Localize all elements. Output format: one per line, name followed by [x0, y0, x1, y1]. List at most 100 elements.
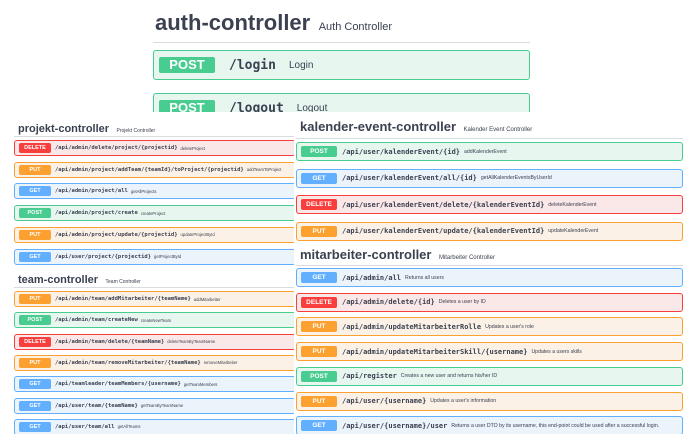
controller-title: mitarbeiter-controller	[300, 247, 432, 262]
operation-get[interactable]: GET/api/user/kalenderEvent/all/{id} getAl…	[296, 168, 683, 188]
method-badge: PUT	[301, 225, 337, 237]
operation-delete[interactable]: DELETE/api/admin/team/delete/{teamName} d…	[14, 333, 296, 350]
method-badge: PUT	[19, 164, 51, 175]
divider	[14, 287, 296, 288]
operation-summary: getAllTeams	[117, 424, 141, 430]
method-badge: GET	[301, 172, 337, 184]
operation-path: /api/user/{username}	[342, 397, 427, 405]
operation-path: /api/admin/team/addMitarbeiter/{teamName…	[55, 296, 191, 302]
operation-put[interactable]: PUT/api/user/kalenderEvent/update/{kalen…	[296, 221, 683, 241]
operation-put[interactable]: PUT/api/admin/updateMitarbeiterSkill/{us…	[296, 342, 683, 362]
operation-get[interactable]: GET/api/user/project/{projectid} getProje…	[14, 248, 296, 265]
operation-path: /api/user/team/all	[55, 423, 115, 430]
operation-path: /api/admin/delete/project/{projectid}	[55, 145, 178, 151]
operation-get[interactable]: GET/api/user/{username}/user Returns a us…	[296, 416, 683, 434]
operation-post[interactable]: POST/login Login	[153, 50, 530, 80]
method-badge: POST	[301, 370, 337, 382]
operation-summary: getProjectById	[154, 254, 182, 259]
method-badge: PUT	[301, 346, 337, 358]
operation-put[interactable]: PUT/api/admin/team/addMitarbeiter/{teamN…	[14, 291, 296, 307]
operation-summary: getTeamMembers	[183, 381, 218, 387]
mitarbeiter-controller-header[interactable]: mitarbeiter-controller Mitarbeiter Contr…	[300, 246, 495, 264]
operation-path: /api/user/kalenderEvent/delete/{kalender…	[342, 200, 545, 209]
method-badge: GET	[19, 251, 51, 262]
operation-path: /api/user/project/{projectid}	[55, 253, 152, 260]
method-badge: GET	[301, 420, 337, 432]
operation-path: /api/user/team/{teamName}	[55, 402, 138, 409]
operation-summary: updateKalenderEvent	[548, 228, 599, 234]
controller-description: Auth Controller	[318, 21, 393, 33]
operation-summary: addTeamToProject	[246, 167, 282, 173]
operation-summary: createProject	[140, 210, 166, 216]
right-panel: kalender-event-controller Kalender Event…	[294, 112, 683, 434]
operation-post[interactable]: POST/api/register Creates a new user and …	[296, 366, 683, 386]
operation-summary: Deletes a user by ID	[438, 299, 486, 306]
operation-summary: addMitarbeiter	[193, 296, 221, 302]
operation-path: /api/admin/team/createNew	[55, 317, 138, 324]
operation-summary: Updates a user's role	[485, 323, 534, 330]
method-badge: GET	[19, 421, 51, 432]
method-badge: DELETE	[301, 296, 337, 308]
method-badge: GET	[301, 272, 337, 283]
operation-path: /api/admin/updateMitarbeiterSkill/{usern…	[342, 347, 528, 356]
operation-path: /api/teamleader/teamMembers/{username}	[55, 381, 181, 388]
operation-path: /api/user/kalenderEvent/{id}	[342, 147, 461, 156]
method-badge: PUT	[301, 395, 337, 407]
operation-path: /api/admin/all	[342, 273, 402, 282]
operation-path: /api/user/{username}/user	[342, 421, 448, 430]
method-badge: GET	[19, 186, 51, 197]
operation-get[interactable]: GET/api/user/team/{teamName} getTeamByTea…	[14, 397, 296, 414]
method-badge: PUT	[19, 229, 51, 240]
operation-post[interactable]: POST/api/admin/team/createNew createNewTe…	[14, 312, 296, 329]
operation-summary: deleteTeamByTeamName	[167, 339, 216, 345]
controller-description: Team Controller	[105, 279, 141, 285]
operation-post[interactable]: POST/api/user/kalenderEvent/{id} addKalen…	[296, 142, 683, 161]
controller-title: projekt-controller	[18, 123, 110, 135]
operation-path: /api/admin/team/delete/{teamName}	[55, 338, 165, 345]
operation-get[interactable]: GET/api/admin/all Returns all users	[296, 268, 683, 287]
operation-get[interactable]: GET/api/user/team/all getAllTeams	[14, 418, 296, 434]
method-badge: PUT	[19, 294, 51, 304]
operation-delete[interactable]: DELETE/api/user/kalenderEvent/delete/{ka…	[296, 195, 683, 214]
operation-summary: Creates a new user and returns his/her I…	[400, 373, 498, 380]
auth-controller-header[interactable]: auth-controller Auth Controller	[155, 10, 392, 36]
operation-put[interactable]: PUT/api/admin/team/removeMitarbeiter/{te…	[14, 354, 296, 371]
controller-description: Mitarbeiter Controller	[438, 255, 495, 261]
operation-put[interactable]: PUT/api/admin/updateMitarbeiterRolle Upda…	[296, 317, 683, 337]
operation-get[interactable]: GET/api/admin/project/all getAllProjects	[14, 183, 296, 200]
operation-summary: addKalenderEvent	[464, 148, 507, 155]
auth-controller-panel: auth-controller Auth Controller POST/log…	[143, 0, 530, 119]
operation-put[interactable]: PUT/api/admin/project/addTeam/{teamId}/t…	[14, 161, 296, 178]
operation-path: /api/register	[342, 372, 397, 381]
method-badge: DELETE	[19, 336, 51, 347]
operation-summary: Returns all users	[405, 274, 444, 281]
operation-path: /api/admin/project/update/{projectid}	[55, 231, 178, 238]
operation-path: /api/admin/project/addTeam/{teamId}/toPr…	[55, 166, 244, 173]
operation-put[interactable]: PUT/api/admin/project/update/{projectid}…	[14, 226, 296, 243]
method-badge: POST	[19, 208, 51, 219]
projekt-controller-header[interactable]: projekt-controller Projekt Controller	[18, 119, 155, 137]
operation-path: /api/user/kalenderEvent/update/{kalender…	[342, 227, 545, 235]
controller-description: Kalender Event Controller	[463, 127, 533, 133]
operation-put[interactable]: PUT/api/user/{username} Updates a user's …	[296, 391, 683, 411]
operation-summary: Updates a users skills	[531, 348, 582, 355]
operation-summary: deleteKalenderEvent	[548, 201, 597, 208]
method-badge: DELETE	[19, 143, 51, 153]
operation-summary: updateProjectById	[180, 232, 215, 238]
operation-delete[interactable]: DELETE/api/admin/delete/project/{project…	[14, 140, 296, 156]
method-badge: PUT	[19, 357, 51, 368]
operation-summary: Returns a user DTO by its username, this…	[451, 422, 660, 429]
divider	[153, 42, 530, 43]
operation-path: /api/admin/team/removeMitarbeiter/{teamN…	[55, 359, 201, 366]
operation-summary: removeMitarbeiter	[203, 360, 238, 366]
controller-title: auth-controller	[155, 10, 311, 35]
operation-path: /api/admin/updateMitarbeiterRolle	[342, 322, 482, 331]
operation-post[interactable]: POST/api/admin/project/create createProje…	[14, 205, 296, 222]
operation-summary: getAllProjects	[130, 188, 157, 194]
operation-summary: deleteProject	[180, 145, 205, 151]
operation-delete[interactable]: DELETE/api/admin/delete/{id} Deletes a us…	[296, 292, 683, 312]
team-controller-header[interactable]: team-controller Team Controller	[18, 270, 141, 288]
divider	[296, 138, 683, 139]
kalender-event-controller-header[interactable]: kalender-event-controller Kalender Event…	[300, 118, 532, 136]
operation-get[interactable]: GET/api/teamleader/teamMembers/{username…	[14, 376, 296, 393]
